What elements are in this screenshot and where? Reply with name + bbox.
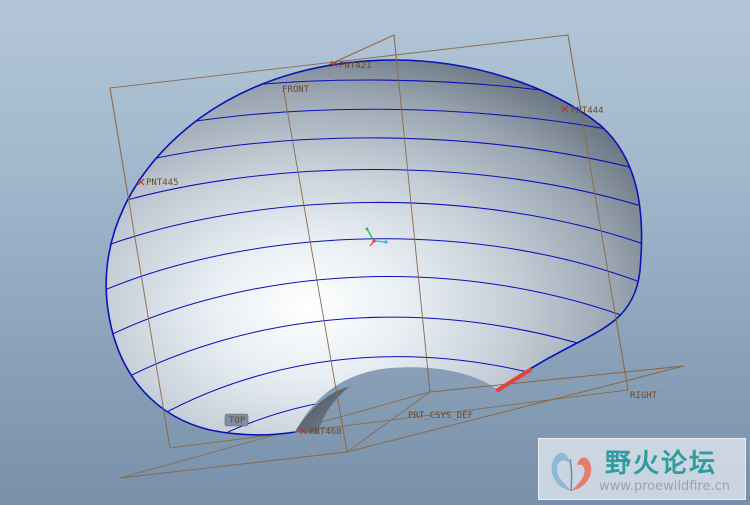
front-plane-label[interactable]: FRONT <box>282 85 310 95</box>
csys-label[interactable]: PRT_CSYS_DEF <box>408 411 473 421</box>
datum-point-label: PNT421 <box>339 61 372 71</box>
forum-url: www.proewildfire.cn <box>599 479 730 494</box>
surface-body[interactable] <box>100 59 660 500</box>
forum-watermark: 野火论坛 www.proewildfire.cn <box>538 438 746 500</box>
right-plane-label[interactable]: RIGHT <box>630 391 658 401</box>
datum-point-label: PNT445 <box>146 178 179 188</box>
butterfly-logo-icon <box>551 452 592 492</box>
datum-point-label: PNT468 <box>309 427 342 437</box>
datum-point-label: PNT444 <box>571 106 604 116</box>
forum-title: 野火论坛 <box>605 449 718 479</box>
top-plane-label: TOP <box>229 416 246 426</box>
top-plane-tag[interactable]: TOP <box>224 413 249 427</box>
model-viewport[interactable]: PNT421 PNT444 PNT445 PNT468 FRONT RIGHT … <box>0 0 750 505</box>
